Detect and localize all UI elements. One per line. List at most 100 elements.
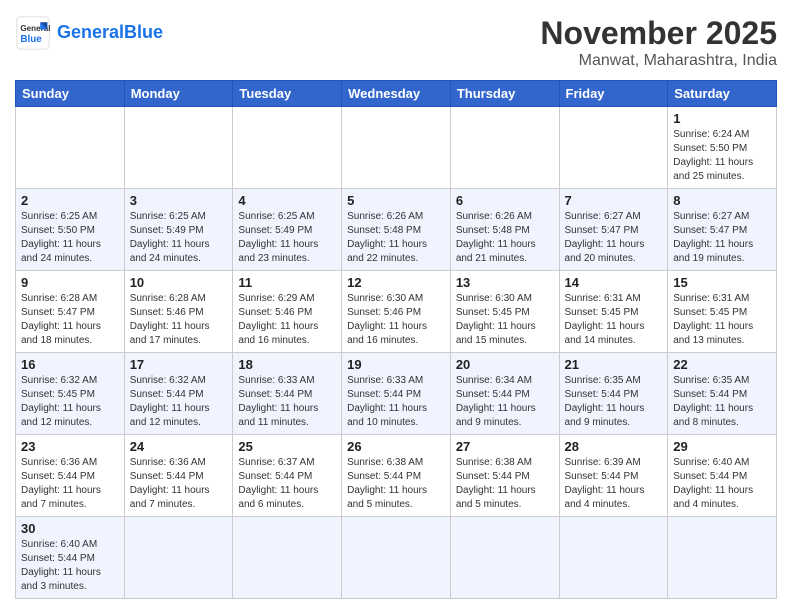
day-info: Sunrise: 6:32 AM Sunset: 5:45 PM Dayligh… (21, 374, 119, 430)
day-number: 22 (673, 357, 771, 372)
title-block: November 2025 Manwat, Maharashtra, India (540, 15, 777, 70)
calendar-cell: 18 Sunrise: 6:33 AM Sunset: 5:44 PM Dayli… (233, 353, 342, 435)
day-number: 18 (238, 357, 336, 372)
logo-icon: General Blue (15, 15, 51, 51)
day-number: 10 (130, 275, 228, 290)
calendar-cell: 13Sunrise: 6:30 AM Sunset: 5:45 PM Dayli… (450, 271, 559, 353)
day-number: 7 (565, 193, 663, 208)
day-number: 20 (456, 357, 554, 372)
day-number: 6 (456, 193, 554, 208)
day-info: Sunrise: 6:38 AM Sunset: 5:44 PM Dayligh… (347, 456, 445, 512)
calendar-cell (559, 107, 668, 189)
calendar-week-row: 2 Sunrise: 6:25 AM Sunset: 5:50 PM Daylig… (16, 189, 777, 271)
day-info: Sunrise: 6:31 AM Sunset: 5:45 PM Dayligh… (673, 292, 771, 348)
day-info: Sunrise: 6:40 AM Sunset: 5:44 PM Dayligh… (21, 538, 119, 594)
day-info: Sunrise: 6:33 AM Sunset: 5:44 PM Dayligh… (347, 374, 445, 430)
weekday-header-friday: Friday (559, 81, 668, 107)
day-number: 28 (565, 439, 663, 454)
day-number: 26 (347, 439, 445, 454)
weekday-header-wednesday: Wednesday (342, 81, 451, 107)
day-number: 4 (238, 193, 336, 208)
logo-general-text: General (57, 22, 124, 42)
calendar-cell: 6Sunrise: 6:26 AM Sunset: 5:48 PM Daylig… (450, 189, 559, 271)
calendar-cell: 25Sunrise: 6:37 AM Sunset: 5:44 PM Dayli… (233, 435, 342, 517)
day-number: 9 (21, 275, 119, 290)
day-number: 14 (565, 275, 663, 290)
calendar-cell: 17 Sunrise: 6:32 AM Sunset: 5:44 PM Dayli… (124, 353, 233, 435)
day-number: 16 (21, 357, 119, 372)
calendar-cell: 14 Sunrise: 6:31 AM Sunset: 5:45 PM Dayli… (559, 271, 668, 353)
day-info: Sunrise: 6:37 AM Sunset: 5:44 PM Dayligh… (238, 456, 336, 512)
calendar-cell (559, 517, 668, 599)
day-number: 24 (130, 439, 228, 454)
calendar-cell: 22 Sunrise: 6:35 AM Sunset: 5:44 PM Dayli… (668, 353, 777, 435)
day-number: 12 (347, 275, 445, 290)
calendar-week-row: 9 Sunrise: 6:28 AM Sunset: 5:47 PM Daylig… (16, 271, 777, 353)
day-info: Sunrise: 6:35 AM Sunset: 5:44 PM Dayligh… (565, 374, 663, 430)
calendar-cell: 23Sunrise: 6:36 AM Sunset: 5:44 PM Dayli… (16, 435, 125, 517)
calendar-cell: 2 Sunrise: 6:25 AM Sunset: 5:50 PM Daylig… (16, 189, 125, 271)
calendar-table: SundayMondayTuesdayWednesdayThursdayFrid… (15, 80, 777, 599)
day-info: Sunrise: 6:39 AM Sunset: 5:44 PM Dayligh… (565, 456, 663, 512)
calendar-cell (124, 517, 233, 599)
day-info: Sunrise: 6:25 AM Sunset: 5:50 PM Dayligh… (21, 210, 119, 266)
svg-text:Blue: Blue (20, 34, 42, 45)
calendar-cell: 8Sunrise: 6:27 AM Sunset: 5:47 PM Daylig… (668, 189, 777, 271)
day-info: Sunrise: 6:35 AM Sunset: 5:44 PM Dayligh… (673, 374, 771, 430)
calendar-cell (233, 107, 342, 189)
calendar-cell: 4 Sunrise: 6:25 AM Sunset: 5:49 PM Daylig… (233, 189, 342, 271)
calendar-cell (16, 107, 125, 189)
weekday-header-saturday: Saturday (668, 81, 777, 107)
day-number: 29 (673, 439, 771, 454)
day-info: Sunrise: 6:29 AM Sunset: 5:46 PM Dayligh… (238, 292, 336, 348)
calendar-week-row: 1 Sunrise: 6:24 AM Sunset: 5:50 PM Daylig… (16, 107, 777, 189)
calendar-cell: 12Sunrise: 6:30 AM Sunset: 5:46 PM Dayli… (342, 271, 451, 353)
calendar-cell: 5Sunrise: 6:26 AM Sunset: 5:48 PM Daylig… (342, 189, 451, 271)
logo: General Blue General Blue (15, 15, 163, 51)
day-info: Sunrise: 6:28 AM Sunset: 5:47 PM Dayligh… (21, 292, 119, 348)
calendar-cell: 16 Sunrise: 6:32 AM Sunset: 5:45 PM Dayli… (16, 353, 125, 435)
day-info: Sunrise: 6:27 AM Sunset: 5:47 PM Dayligh… (565, 210, 663, 266)
calendar-cell: 21 Sunrise: 6:35 AM Sunset: 5:44 PM Dayli… (559, 353, 668, 435)
day-info: Sunrise: 6:36 AM Sunset: 5:44 PM Dayligh… (130, 456, 228, 512)
day-number: 1 (673, 111, 771, 126)
page-header: General Blue General Blue November 2025 M… (15, 15, 777, 70)
calendar-cell: 28 Sunrise: 6:39 AM Sunset: 5:44 PM Dayli… (559, 435, 668, 517)
day-number: 15 (673, 275, 771, 290)
day-info: Sunrise: 6:33 AM Sunset: 5:44 PM Dayligh… (238, 374, 336, 430)
calendar-cell: 1 Sunrise: 6:24 AM Sunset: 5:50 PM Daylig… (668, 107, 777, 189)
calendar-cell (668, 517, 777, 599)
day-info: Sunrise: 6:25 AM Sunset: 5:49 PM Dayligh… (130, 210, 228, 266)
weekday-header-monday: Monday (124, 81, 233, 107)
calendar-cell (233, 517, 342, 599)
day-info: Sunrise: 6:31 AM Sunset: 5:45 PM Dayligh… (565, 292, 663, 348)
day-number: 8 (673, 193, 771, 208)
calendar-week-row: 16 Sunrise: 6:32 AM Sunset: 5:45 PM Dayli… (16, 353, 777, 435)
calendar-cell: 11Sunrise: 6:29 AM Sunset: 5:46 PM Dayli… (233, 271, 342, 353)
calendar-cell: 27Sunrise: 6:38 AM Sunset: 5:44 PM Dayli… (450, 435, 559, 517)
calendar-cell (124, 107, 233, 189)
calendar-cell: 9 Sunrise: 6:28 AM Sunset: 5:47 PM Daylig… (16, 271, 125, 353)
day-number: 2 (21, 193, 119, 208)
day-number: 30 (21, 521, 119, 536)
calendar-cell: 29Sunrise: 6:40 AM Sunset: 5:44 PM Dayli… (668, 435, 777, 517)
location-title: Manwat, Maharashtra, India (540, 52, 777, 70)
day-info: Sunrise: 6:24 AM Sunset: 5:50 PM Dayligh… (673, 128, 771, 184)
day-number: 21 (565, 357, 663, 372)
day-number: 13 (456, 275, 554, 290)
calendar-cell: 20 Sunrise: 6:34 AM Sunset: 5:44 PM Dayli… (450, 353, 559, 435)
day-number: 3 (130, 193, 228, 208)
weekday-header-sunday: Sunday (16, 81, 125, 107)
calendar-cell (342, 517, 451, 599)
day-info: Sunrise: 6:32 AM Sunset: 5:44 PM Dayligh… (130, 374, 228, 430)
weekday-header-thursday: Thursday (450, 81, 559, 107)
day-info: Sunrise: 6:25 AM Sunset: 5:49 PM Dayligh… (238, 210, 336, 266)
day-number: 23 (21, 439, 119, 454)
calendar-cell: 3 Sunrise: 6:25 AM Sunset: 5:49 PM Daylig… (124, 189, 233, 271)
day-info: Sunrise: 6:34 AM Sunset: 5:44 PM Dayligh… (456, 374, 554, 430)
calendar-week-row: 23 Sunrise: 6:36 AM Sunset: 5:44 PM Dayli… (16, 435, 777, 517)
day-number: 17 (130, 357, 228, 372)
day-number: 27 (456, 439, 554, 454)
day-info: Sunrise: 6:28 AM Sunset: 5:46 PM Dayligh… (130, 292, 228, 348)
weekday-header-tuesday: Tuesday (233, 81, 342, 107)
